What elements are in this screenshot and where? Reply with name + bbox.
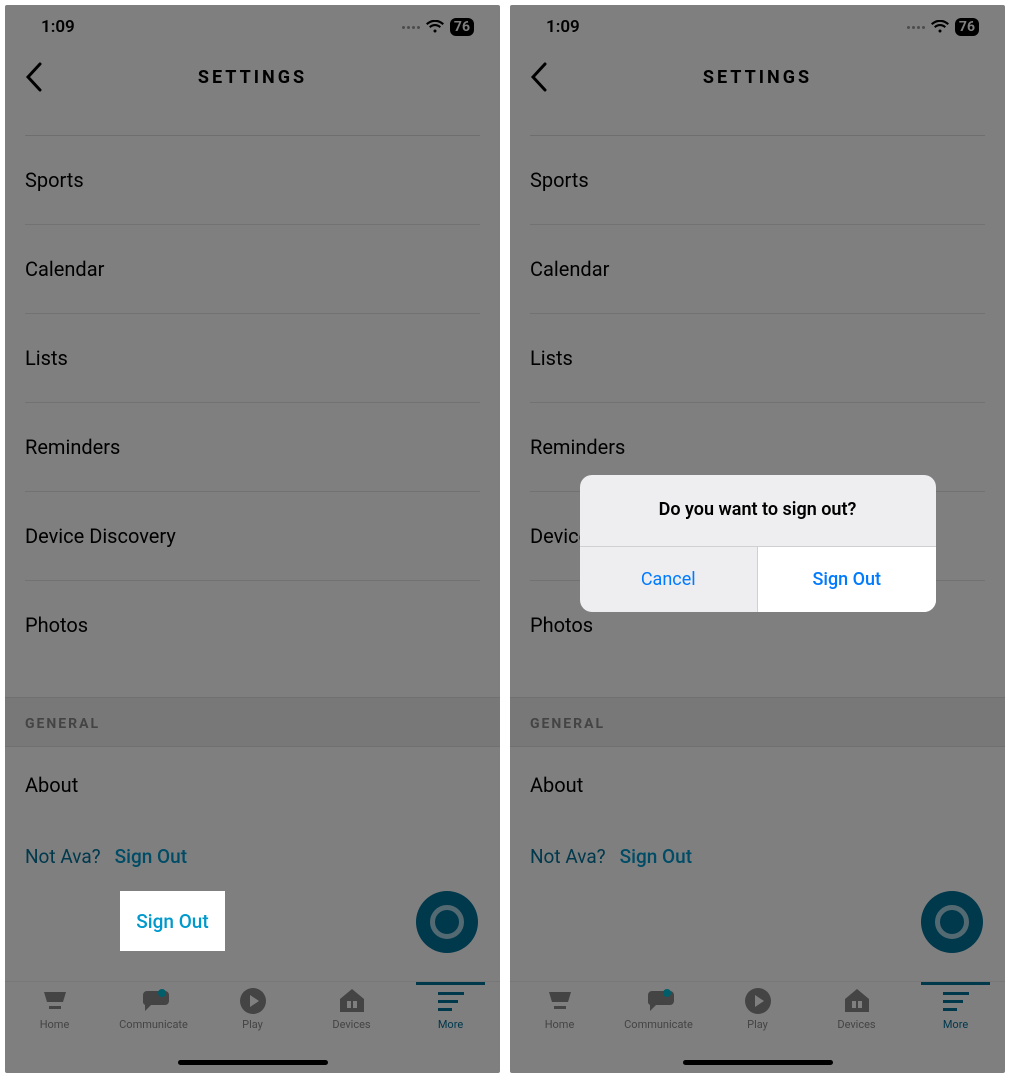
- battery-level: 76: [955, 18, 979, 36]
- tab-label: Communicate: [119, 1018, 188, 1031]
- settings-list[interactable]: Sports Calendar Lists Reminders Device D…: [5, 105, 500, 981]
- page-title: SETTINGS: [703, 67, 812, 88]
- tab-more[interactable]: More: [906, 988, 1005, 1073]
- section-general: GENERAL: [510, 697, 1005, 747]
- tab-home[interactable]: Home: [5, 988, 104, 1073]
- nav-header: SETTINGS: [5, 49, 500, 105]
- status-right: 76: [402, 18, 474, 36]
- play-icon: [743, 988, 773, 1014]
- tab-label: Play: [747, 1018, 768, 1031]
- page-title: SETTINGS: [198, 67, 307, 88]
- sign-out-dialog: Do you want to sign out? Cancel Sign Out: [580, 475, 936, 612]
- setting-reminders[interactable]: Reminders: [25, 403, 480, 492]
- sign-out-link[interactable]: Sign Out: [620, 845, 692, 868]
- alexa-icon: [430, 905, 464, 939]
- tab-label: More: [943, 1018, 968, 1031]
- more-icon: [436, 988, 466, 1014]
- dialog-sign-out-button[interactable]: Sign Out: [757, 547, 936, 612]
- status-bar: 1:09 76: [510, 5, 1005, 49]
- tab-label: Devices: [332, 1018, 370, 1031]
- signal-icon: [907, 26, 925, 29]
- alexa-icon: [935, 905, 969, 939]
- setting-device-discovery[interactable]: Device Discovery: [25, 492, 480, 581]
- more-icon: [941, 988, 971, 1014]
- setting-photos[interactable]: Photos: [25, 581, 480, 669]
- play-icon: [238, 988, 268, 1014]
- setting-about[interactable]: About: [25, 747, 480, 817]
- not-user-link[interactable]: Not Ava?: [25, 845, 101, 868]
- setting-lists[interactable]: Lists: [530, 314, 985, 403]
- dialog-title: Do you want to sign out?: [580, 475, 936, 546]
- dialog-cancel-button[interactable]: Cancel: [580, 547, 758, 612]
- nav-header: SETTINGS: [510, 49, 1005, 105]
- home-icon: [545, 988, 575, 1014]
- back-button[interactable]: [530, 62, 548, 92]
- home-indicator: [683, 1060, 833, 1065]
- status-right: 76: [907, 18, 979, 36]
- section-general: GENERAL: [5, 697, 500, 747]
- wifi-icon: [426, 20, 444, 34]
- tab-home[interactable]: Home: [510, 988, 609, 1073]
- tab-label: Play: [242, 1018, 263, 1031]
- tab-label: Communicate: [624, 1018, 693, 1031]
- screenshot-left: 1:09 76 SETTINGS Sports Calendar Lists R…: [5, 5, 500, 1073]
- screenshot-right: 1:09 76 SETTINGS Sports Calendar Lists R…: [510, 5, 1005, 1073]
- setting-sports[interactable]: Sports: [25, 136, 480, 225]
- signout-row: Not Ava? Sign Out: [5, 817, 500, 882]
- signout-row: Not Ava? Sign Out: [510, 817, 1005, 882]
- dialog-buttons: Cancel Sign Out: [580, 546, 936, 612]
- sign-out-link[interactable]: Sign Out: [115, 845, 187, 868]
- alexa-fab[interactable]: [921, 891, 983, 953]
- tab-label: Home: [545, 1018, 575, 1031]
- back-button[interactable]: [25, 62, 43, 92]
- wifi-icon: [931, 20, 949, 34]
- setting-lists[interactable]: Lists: [25, 314, 480, 403]
- setting-sports[interactable]: Sports: [530, 136, 985, 225]
- battery-level: 76: [450, 18, 474, 36]
- tab-more[interactable]: More: [401, 988, 500, 1073]
- status-time: 1:09: [546, 17, 580, 37]
- setting-calendar[interactable]: Calendar: [530, 225, 985, 314]
- devices-icon: [842, 988, 872, 1014]
- setting-calendar[interactable]: Calendar: [25, 225, 480, 314]
- signal-icon: [402, 26, 420, 29]
- not-user-link[interactable]: Not Ava?: [530, 845, 606, 868]
- alexa-fab[interactable]: [416, 891, 478, 953]
- devices-icon: [337, 988, 367, 1014]
- highlight-sign-out[interactable]: Sign Out: [120, 891, 225, 951]
- tab-label: Devices: [837, 1018, 875, 1031]
- setting-about[interactable]: About: [530, 747, 985, 817]
- status-time: 1:09: [41, 17, 75, 37]
- home-icon: [40, 988, 70, 1014]
- tab-label: Home: [40, 1018, 70, 1031]
- tab-label: More: [438, 1018, 463, 1031]
- home-indicator: [178, 1060, 328, 1065]
- status-bar: 1:09 76: [5, 5, 500, 49]
- communicate-icon: [644, 988, 674, 1014]
- communicate-icon: [139, 988, 169, 1014]
